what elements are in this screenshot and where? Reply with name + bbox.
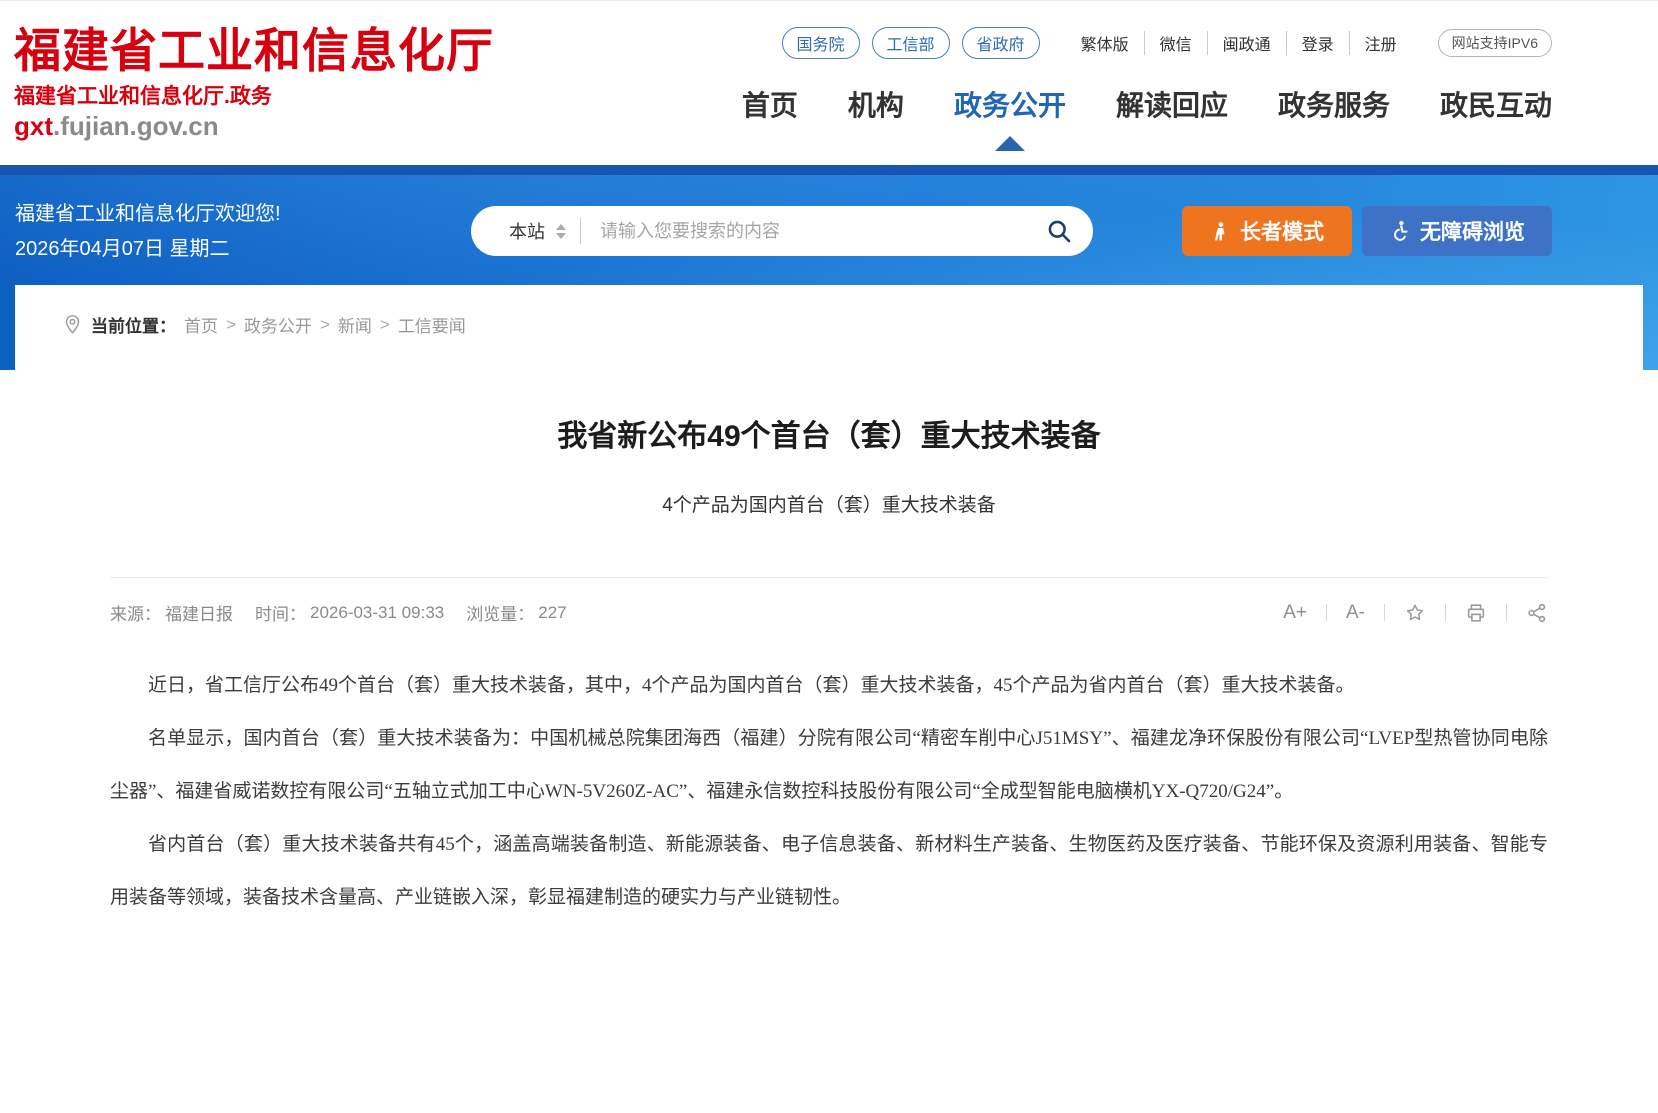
time-label: 时间： (255, 600, 306, 625)
scope-dropdown-icon[interactable] (556, 224, 566, 239)
link-login[interactable]: 登录 (1286, 31, 1349, 55)
time-value: 2026-03-31 09:33 (310, 603, 444, 623)
link-traditional[interactable]: 繁体版 (1066, 31, 1144, 55)
nav-item-gov-disclosure[interactable]: 政务公开 (954, 84, 1066, 124)
banner-content: 福建省工业和信息化厅欢迎您! 2026年04月07日 星期二 本站 (0, 175, 1658, 279)
breadcrumb-news[interactable]: 新闻 (338, 312, 372, 337)
site-header: 福建省工业和信息化厅 福建省工业和信息化厅.政务 gxt.fujian.gov.… (0, 0, 1658, 165)
favorite-button[interactable] (1404, 602, 1426, 624)
logo-title: 福建省工业和信息化厅 (14, 27, 494, 77)
header-right: 国务院 工信部 省政府 繁体版 微信 闽政通 登录 注册 网站支持IPV6 首页… (742, 1, 1658, 165)
quick-link-gongxinbu[interactable]: 工信部 (872, 27, 950, 59)
views-label: 浏览量： (466, 600, 534, 625)
utility-links: 繁体版 微信 闽政通 登录 注册 (1066, 31, 1412, 55)
nav-item-interpretation[interactable]: 解读回应 (1116, 84, 1228, 124)
breadcrumb-gov-disclosure[interactable]: 政务公开 (244, 312, 312, 337)
quick-link-guowuyuan[interactable]: 国务院 (782, 27, 860, 59)
paragraph: 省内首台（套）重大技术装备共有45个，涵盖高端装备制造、新能源装备、电子信息装备… (110, 818, 1548, 924)
share-button[interactable] (1526, 602, 1548, 624)
nav-item-services[interactable]: 政务服务 (1278, 84, 1390, 124)
breadcrumb-separator: > (320, 315, 330, 335)
main-nav: 首页 机构 政务公开 解读回应 政务服务 政民互动 (742, 84, 1552, 124)
location-pin-icon (63, 314, 82, 335)
wheelchair-icon (1389, 220, 1411, 242)
logo-domain-rest: .fujian.gov.cn (53, 111, 219, 141)
link-minzhengtong[interactable]: 闽政通 (1207, 31, 1286, 55)
tool-separator (1326, 604, 1327, 621)
link-register[interactable]: 注册 (1349, 31, 1412, 55)
accessibility-label: 无障碍浏览 (1420, 216, 1525, 246)
star-icon (1404, 602, 1426, 624)
search-input[interactable] (598, 220, 1046, 243)
article-subtitle: 4个产品为国内首台（套）重大技术装备 (15, 490, 1643, 517)
site-logo[interactable]: 福建省工业和信息化厅 福建省工业和信息化厅.政务 gxt.fujian.gov.… (14, 1, 494, 165)
elder-icon (1210, 221, 1231, 242)
article-meta: 来源： 福建日报 时间： 2026-03-31 09:33 浏览量： 227 (110, 600, 567, 625)
breadcrumb: 当前位置： 首页 > 政务公开 > 新闻 > 工信要闻 (15, 285, 1643, 337)
article-title: 我省新公布49个首台（套）重大技术装备 (15, 411, 1643, 455)
views-value: 227 (538, 603, 566, 623)
source-label: 来源： (110, 600, 161, 625)
content-card: 当前位置： 首页 > 政务公开 > 新闻 > 工信要闻 我省新公布49个首台（套… (15, 285, 1643, 1113)
nav-item-org[interactable]: 机构 (848, 84, 904, 124)
elder-mode-button[interactable]: 长者模式 (1182, 206, 1352, 256)
print-button[interactable] (1465, 602, 1487, 624)
banner-top-strip (0, 165, 1658, 175)
welcome-block: 福建省工业和信息化厅欢迎您! 2026年04月07日 星期二 (15, 198, 471, 265)
printer-icon (1465, 602, 1487, 624)
article-tools: A+ A- (1283, 602, 1548, 624)
quick-link-shengzhengfu[interactable]: 省政府 (962, 27, 1040, 59)
breadcrumb-separator: > (226, 315, 236, 335)
search-divider (580, 218, 581, 244)
search-bar: 本站 (471, 206, 1093, 256)
source-value: 福建日报 (165, 600, 233, 625)
meta-divider (110, 577, 1548, 578)
article-meta-row: 来源： 福建日报 时间： 2026-03-31 09:33 浏览量： 227 A… (110, 600, 1548, 625)
share-icon (1526, 602, 1548, 624)
tool-separator (1384, 604, 1385, 621)
welcome-text: 福建省工业和信息化厅欢迎您! (15, 198, 471, 230)
tool-separator (1445, 604, 1446, 621)
top-links-row: 国务院 工信部 省政府 繁体版 微信 闽政通 登录 注册 网站支持IPV6 (770, 27, 1552, 59)
paragraph: 近日，省工信厅公布49个首台（套）重大技术装备，其中，4个产品为国内首台（套）重… (110, 659, 1548, 712)
date-text: 2026年04月07日 星期二 (15, 233, 471, 265)
search-button[interactable] (1046, 218, 1073, 245)
search-scope-select[interactable]: 本站 (509, 218, 545, 244)
breadcrumb-label: 当前位置： (91, 312, 176, 337)
paragraph: 名单显示，国内首台（套）重大技术装备为：中国机械总院集团海西（福建）分院有限公司… (110, 712, 1548, 818)
article-body: 近日，省工信厅公布49个首台（套）重大技术装备，其中，4个产品为国内首台（套）重… (110, 659, 1548, 924)
breadcrumb-home[interactable]: 首页 (184, 312, 218, 337)
logo-domain: gxt.fujian.gov.cn (14, 111, 494, 142)
breadcrumb-separator: > (380, 315, 390, 335)
ipv6-badge: 网站支持IPV6 (1438, 29, 1552, 57)
elder-mode-label: 长者模式 (1240, 216, 1324, 246)
breadcrumb-gxyw[interactable]: 工信要闻 (398, 312, 466, 337)
logo-subtitle: 福建省工业和信息化厅.政务 (14, 80, 494, 110)
font-shrink-button[interactable]: A- (1346, 602, 1365, 624)
nav-item-interaction[interactable]: 政民互动 (1440, 84, 1552, 124)
nav-item-home[interactable]: 首页 (742, 84, 798, 124)
logo-domain-prefix: gxt (14, 111, 53, 141)
link-wechat[interactable]: 微信 (1144, 31, 1207, 55)
accessibility-button[interactable]: 无障碍浏览 (1362, 206, 1552, 256)
tool-separator (1506, 604, 1507, 621)
font-enlarge-button[interactable]: A+ (1283, 602, 1307, 624)
search-icon (1046, 218, 1073, 245)
